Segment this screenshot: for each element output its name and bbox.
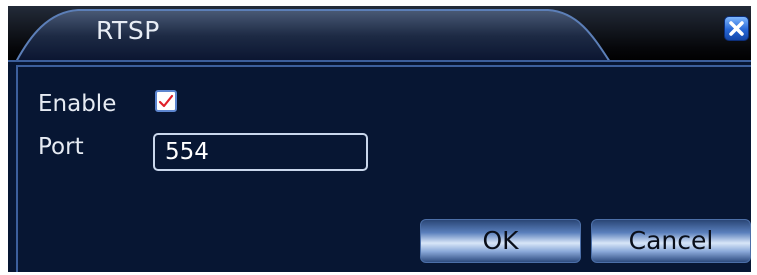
port-input[interactable]: 554	[153, 133, 368, 171]
cancel-button[interactable]: Cancel	[591, 219, 751, 263]
close-icon	[729, 21, 744, 36]
ok-button[interactable]: OK	[420, 219, 581, 263]
checkmark-icon	[158, 94, 174, 108]
enable-label: Enable	[38, 91, 117, 117]
enable-checkbox[interactable]	[155, 90, 177, 112]
dialog-title: RTSP	[96, 16, 160, 45]
rtsp-dialog: RTSP Enable Port 554 OK Cancel	[8, 6, 751, 272]
close-button[interactable]	[724, 16, 749, 41]
port-label: Port	[38, 134, 84, 160]
title-bar: RTSP	[8, 6, 751, 62]
